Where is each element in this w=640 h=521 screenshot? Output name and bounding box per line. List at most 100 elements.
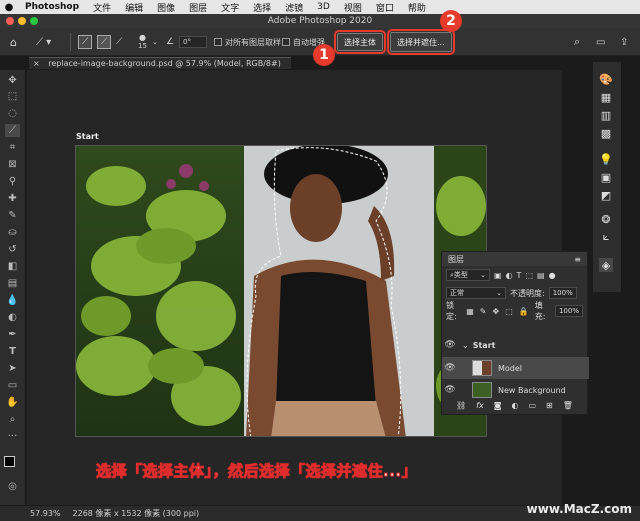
new-layer-icon[interactable]: ⊞ (546, 401, 553, 410)
brush-size-picker[interactable]: ● 15 (138, 28, 147, 56)
trash-icon[interactable]: 🗑 (563, 401, 573, 410)
eye-icon[interactable]: 👁 (442, 340, 458, 350)
menu-view[interactable]: 视图 (337, 1, 369, 14)
minimize-window-button[interactable] (18, 17, 26, 25)
foreground-color-swatch[interactable] (4, 456, 15, 467)
lock-position-icon[interactable]: ✥ (493, 307, 500, 316)
close-window-button[interactable] (6, 17, 14, 25)
adjustments-panel-icon[interactable]: ▣ (599, 170, 613, 184)
menu-help[interactable]: 帮助 (401, 1, 433, 14)
lock-paint-icon[interactable]: ✎ (480, 307, 487, 316)
chevron-down-icon[interactable]: ⌄ (462, 341, 469, 350)
workspace-icon[interactable]: ▭ (596, 28, 605, 56)
share-icon[interactable]: ⇪ (620, 28, 628, 56)
zoom-tool-icon[interactable]: ⌕ (5, 413, 20, 426)
chevron-down-icon[interactable]: ⌄ (152, 28, 158, 56)
gradient-tool-icon[interactable]: ▤ (5, 277, 20, 290)
path-selection-tool-icon[interactable]: ➤ (5, 362, 20, 375)
lasso-tool-icon[interactable]: ◌ (5, 107, 20, 120)
menu-layer[interactable]: 图层 (182, 1, 214, 14)
search-icon[interactable]: ⌕ (574, 28, 580, 56)
pen-tool-icon[interactable]: ✒ (5, 328, 20, 341)
zoom-level[interactable]: 57.93% (30, 509, 61, 518)
type-tool-icon[interactable]: T (5, 345, 20, 358)
add-mask-icon[interactable]: ◙ (494, 401, 502, 410)
clone-stamp-tool-icon[interactable]: ⛀ (5, 226, 20, 239)
fill-field[interactable]: 100% (554, 305, 583, 317)
eye-icon[interactable]: 👁 (442, 363, 458, 373)
menu-app[interactable]: Photoshop (18, 2, 86, 12)
home-icon[interactable]: ⌂ (10, 28, 17, 56)
angle-field[interactable]: 0° (179, 28, 207, 56)
new-group-icon[interactable]: ▭ (528, 401, 536, 410)
eyedropper-tool-icon[interactable]: ⚲ (5, 175, 20, 188)
lock-all-icon[interactable]: 🔒 (519, 307, 529, 316)
layer-filter-select[interactable]: ⌕ 类型 ⌄ (446, 269, 490, 281)
healing-brush-tool-icon[interactable]: ✚ (5, 192, 20, 205)
menu-select[interactable]: 选择 (246, 1, 278, 14)
frame-tool-icon[interactable]: ⊠ (5, 158, 20, 171)
styles-panel-icon[interactable]: ◩ (599, 188, 613, 202)
layers-panel-title[interactable]: 图层 (448, 254, 464, 265)
apple-icon[interactable]: ● (0, 2, 18, 13)
panel-menu-icon[interactable]: ≡ (574, 255, 581, 264)
hand-tool-icon[interactable]: ✋ (5, 396, 20, 409)
eraser-tool-icon[interactable]: ◧ (5, 260, 20, 273)
type-filter-icon[interactable]: T (517, 271, 522, 280)
blend-mode-select[interactable]: 正常 ⌄ (446, 287, 506, 299)
add-selection-icon[interactable]: ⟋ (97, 28, 112, 56)
filter-toggle-icon[interactable]: ● (549, 271, 556, 280)
color-swatches[interactable] (4, 456, 22, 474)
layer-row-model[interactable]: 👁 Model (442, 357, 589, 379)
patterns-panel-icon[interactable]: ▩ (599, 126, 613, 140)
crop-tool-icon[interactable]: ⌗ (5, 141, 20, 154)
paths-panel-icon[interactable]: ⟀ (599, 230, 613, 244)
quick-select-tool-icon[interactable]: ⟋ (5, 124, 20, 137)
menu-3d[interactable]: 3D (310, 2, 337, 12)
menu-image[interactable]: 图像 (150, 1, 182, 14)
properties-panel-icon[interactable]: 💡 (599, 152, 613, 166)
layer-style-button[interactable]: fx (476, 401, 484, 410)
quick-mask-icon[interactable]: ◎ (5, 480, 20, 493)
artboard-image[interactable] (75, 145, 487, 437)
brush-tool-icon[interactable]: ✎ (5, 209, 20, 222)
menu-filter[interactable]: 滤镜 (278, 1, 310, 14)
sample-all-layers-checkbox[interactable]: 对所有图层取样 (214, 28, 281, 56)
adjustment-filter-icon[interactable]: ◐ (506, 271, 513, 280)
menu-file[interactable]: 文件 (86, 1, 118, 14)
zoom-window-button[interactable] (30, 17, 38, 25)
blur-tool-icon[interactable]: 💧 (5, 294, 20, 307)
layer-group-row[interactable]: 👁 ⌄ Start (442, 334, 589, 356)
channels-panel-icon[interactable]: ❂ (599, 212, 613, 226)
rectangle-tool-icon[interactable]: ▭ (5, 379, 20, 392)
document-tab[interactable]: × replace-image-background.psd @ 57.9% (… (29, 57, 291, 69)
gradients-panel-icon[interactable]: ▥ (599, 108, 613, 122)
smart-filter-icon[interactable]: ▤ (537, 271, 545, 280)
eye-icon[interactable]: 👁 (442, 385, 458, 395)
select-subject-button[interactable]: 选择主体 (334, 30, 386, 54)
dodge-tool-icon[interactable]: ◐ (5, 311, 20, 324)
marquee-tool-icon[interactable]: ⬚ (5, 90, 20, 103)
shape-filter-icon[interactable]: ⬚ (525, 271, 533, 280)
quick-select-tool-preset[interactable]: ⟋ ▾ (36, 28, 51, 56)
menu-type[interactable]: 文字 (214, 1, 246, 14)
menu-window[interactable]: 窗口 (369, 1, 401, 14)
layers-panel-icon[interactable]: ◈ (599, 258, 613, 272)
move-tool-icon[interactable]: ✥ (5, 74, 20, 87)
pixel-filter-icon[interactable]: ▣ (494, 271, 502, 280)
subtract-selection-icon[interactable]: ⟋ (116, 28, 122, 56)
document-info[interactable]: 2268 像素 x 1532 像素 (300 ppi) (73, 508, 200, 519)
new-selection-icon[interactable]: ⟋ (78, 28, 93, 56)
link-layers-icon[interactable]: ⛓ (456, 401, 466, 410)
select-and-mask-button[interactable]: 选择并遮住... (387, 29, 455, 55)
opacity-field[interactable]: 100% (548, 287, 577, 299)
lock-pixels-icon[interactable]: ▦ (466, 307, 474, 316)
more-tools-icon[interactable]: ··· (5, 430, 20, 443)
adjustment-layer-icon[interactable]: ◐ (511, 401, 518, 410)
swatches-panel-icon[interactable]: ▦ (599, 90, 613, 104)
lock-artboard-icon[interactable]: ⬚ (505, 307, 513, 316)
color-panel-icon[interactable]: 🎨 (599, 72, 613, 86)
history-brush-tool-icon[interactable]: ↺ (5, 243, 20, 256)
menu-edit[interactable]: 编辑 (118, 1, 150, 14)
close-tab-icon[interactable]: × (33, 59, 40, 68)
